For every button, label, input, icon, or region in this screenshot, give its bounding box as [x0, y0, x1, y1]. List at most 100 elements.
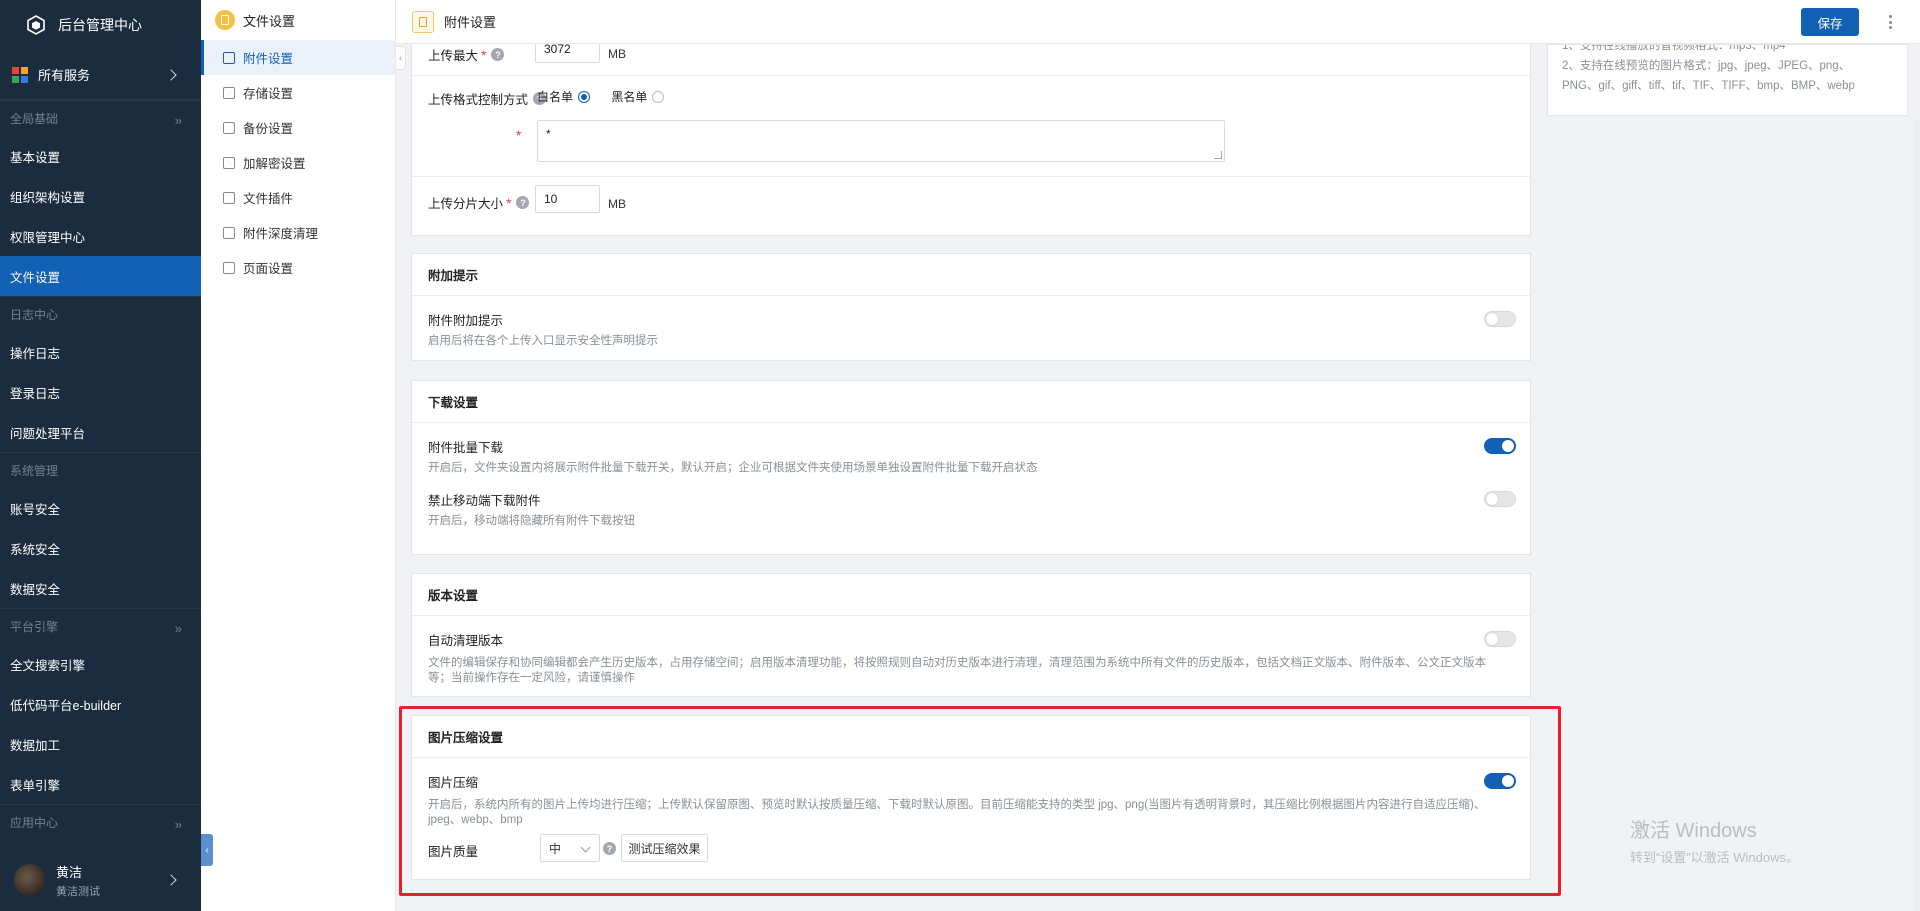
blacklist-radio[interactable]: 黑名单 — [611, 88, 665, 105]
nav-item-search-engine[interactable]: 全文搜索引擎 — [0, 644, 201, 684]
format-control-label-text: 上传格式控制方式 — [428, 93, 529, 107]
whitelist-label: 白名单 — [537, 90, 574, 104]
nav-item-org-settings[interactable]: 组织架构设置 — [0, 176, 201, 216]
extra-tip-row: 附件附加提示 启用后将在各个上传入口显示安全性声明提示 — [412, 296, 1530, 349]
upload-max-input[interactable]: 3072 — [535, 44, 600, 63]
sub-sidebar-title-label: 文件设置 — [243, 13, 296, 29]
chunk-size-label: 上传分片大小 *? — [428, 193, 530, 212]
format-control-label: 上传格式控制方式? — [428, 89, 547, 108]
help-icon[interactable]: ? — [516, 196, 530, 209]
format-list-textarea[interactable]: * — [537, 120, 1225, 162]
watermark-line-1: 激活 Windows — [1630, 820, 1757, 842]
chevron-right-icon — [165, 68, 177, 81]
cube-icon — [27, 15, 45, 35]
nav-item-operation-log[interactable]: 操作日志 — [0, 332, 201, 372]
nav-item-account-security[interactable]: 账号安全 — [0, 488, 201, 528]
nav-group-logs[interactable]: 日志中心 — [0, 296, 201, 332]
sub-sidebar: 文件设置 附件设置 存储设置 备份设置 加解密设置 文件插件 附件深度清理 页面… — [201, 0, 396, 911]
image-compress-desc: 开启后，系统内所有的图片上传均进行压缩；上传默认保留原图、预览时默认按质量压缩、… — [428, 799, 1486, 826]
image-quality-value: 中 — [549, 841, 562, 856]
nav-item-basic-settings[interactable]: 基本设置 — [0, 136, 201, 176]
nav-item-data-security[interactable]: 数据安全 — [0, 568, 201, 608]
auto-clean-title: 自动清理版本 — [428, 634, 504, 648]
nav-item-label: 数据加工 — [10, 738, 61, 753]
page-scrollbar[interactable] — [1914, 120, 1920, 911]
nav-group-label: 日志中心 — [10, 308, 59, 322]
nav-group-system[interactable]: 系统管理 — [0, 452, 201, 488]
nav-group-engines[interactable]: 平台引擎 » — [0, 608, 201, 644]
auto-clean-toggle[interactable] — [1484, 631, 1516, 647]
nav-item-label: 表单引擎 — [10, 778, 61, 793]
blacklist-label: 黑名单 — [611, 90, 648, 104]
nav-item-label: 低代码平台e-builder — [10, 698, 122, 713]
nav-item-form-engine[interactable]: 表单引擎 — [0, 764, 201, 804]
format-control-radios: 白名单 黑名单 — [537, 88, 682, 105]
all-services-menu[interactable]: 所有服务 — [0, 50, 201, 100]
help-icon[interactable]: ? — [603, 842, 616, 855]
subnav-item-label: 存储设置 — [243, 87, 294, 101]
help-icon[interactable]: ? — [491, 48, 505, 61]
nav-item-ebuilder[interactable]: 低代码平台e-builder — [0, 684, 201, 724]
nav-item-issue-platform[interactable]: 问题处理平台 — [0, 412, 201, 452]
subnav-item-attachment[interactable]: 附件设置 — [201, 40, 395, 75]
nav-item-data-processing[interactable]: 数据加工 — [0, 724, 201, 764]
nav-item-file-settings[interactable]: 文件设置 — [0, 256, 201, 296]
subnav-item-backup[interactable]: 备份设置 — [201, 110, 395, 145]
page-icon — [223, 261, 235, 274]
nav-item-label: 操作日志 — [10, 346, 61, 361]
nav-item-label: 基本设置 — [10, 150, 61, 165]
subnav-item-storage[interactable]: 存储设置 — [201, 75, 395, 110]
mobile-download-toggle[interactable] — [1484, 491, 1516, 507]
chevron-right-icon — [165, 874, 177, 886]
required-mark: * — [506, 194, 512, 211]
nav-item-login-log[interactable]: 登录日志 — [0, 372, 201, 412]
nav-group-global[interactable]: 全局基础 » — [0, 100, 201, 136]
batch-download-desc: 开启后，文件夹设置内将展示附件批量下载开关，默认开启；企业可根据文件夹使用场景单… — [428, 462, 1038, 474]
format-list-value: * — [546, 127, 551, 141]
required-mark: * — [516, 127, 522, 143]
collapse-sidebar-button[interactable]: ‹ — [201, 834, 213, 866]
image-compress-toggle[interactable] — [1484, 773, 1516, 789]
nav-item-permission-center[interactable]: 权限管理中心 — [0, 216, 201, 256]
radio-unchecked-icon — [652, 90, 665, 103]
backup-icon — [223, 121, 235, 134]
extra-tip-title: 附件附加提示 — [428, 314, 504, 328]
nav-group-label: 应用中心 — [10, 816, 59, 830]
info-line-1: 1、支持在线播放的音视频格式：mp3、mp4 — [1562, 44, 1786, 52]
download-section-title: 下载设置 — [412, 381, 1530, 423]
subnav-item-encryption[interactable]: 加解密设置 — [201, 145, 395, 180]
clean-icon — [223, 226, 235, 239]
extra-tip-toggle[interactable] — [1484, 311, 1516, 327]
sub-sidebar-title: 文件设置 — [201, 0, 395, 40]
mobile-download-desc: 开启后，移动端将隐藏所有附件下载按钮 — [428, 515, 635, 527]
chunk-size-input[interactable]: 10 — [535, 185, 600, 213]
user-profile[interactable]: 黄洁 黄洁测试 — [0, 849, 201, 911]
user-subtitle: 黄洁测试 — [56, 885, 100, 898]
file-settings-icon — [215, 10, 235, 30]
image-quality-select[interactable]: 中 — [540, 834, 600, 862]
page-title: 附件设置 — [444, 15, 497, 30]
upload-max-label-text: 上传最大 — [428, 49, 479, 63]
subnav-item-label: 页面设置 — [243, 262, 294, 276]
subnav-item-label: 附件深度清理 — [243, 227, 319, 241]
mobile-download-row: 禁止移动端下载附件 开启后，移动端将隐藏所有附件下载按钮 — [412, 476, 1530, 529]
subnav-item-file-plugin[interactable]: 文件插件 — [201, 180, 395, 215]
resize-grip-icon — [1214, 151, 1222, 159]
nav-item-system-security[interactable]: 系统安全 — [0, 528, 201, 568]
nav-item-label: 组织架构设置 — [10, 190, 86, 205]
image-compress-section-title: 图片压缩设置 — [412, 716, 1530, 758]
info-panel: 1、支持在线播放的音视频格式：mp3、mp4 2、支持在线预览的图片格式：jpg… — [1547, 44, 1908, 116]
test-compress-button[interactable]: 测试压缩效果 — [621, 834, 708, 862]
nav-item-label: 权限管理中心 — [10, 230, 86, 245]
download-settings-card: 下载设置 附件批量下载 开启后，文件夹设置内将展示附件批量下载开关，默认开启；企… — [411, 380, 1531, 555]
save-button[interactable]: 保存 — [1801, 8, 1859, 36]
app-logo[interactable]: 后台管理中心 — [0, 0, 201, 50]
subnav-item-deep-clean[interactable]: 附件深度清理 — [201, 215, 395, 250]
image-compress-row: 图片压缩 开启后，系统内所有的图片上传均进行压缩；上传默认保留原图、预览时默认按… — [412, 758, 1530, 828]
batch-download-toggle[interactable] — [1484, 438, 1516, 454]
whitelist-radio[interactable]: 白名单 — [537, 88, 591, 105]
more-vertical-icon[interactable] — [1888, 15, 1892, 29]
subnav-item-page-settings[interactable]: 页面设置 — [201, 250, 395, 285]
nav-group-apps[interactable]: 应用中心 » — [0, 804, 201, 840]
subnav-item-label: 备份设置 — [243, 122, 294, 136]
